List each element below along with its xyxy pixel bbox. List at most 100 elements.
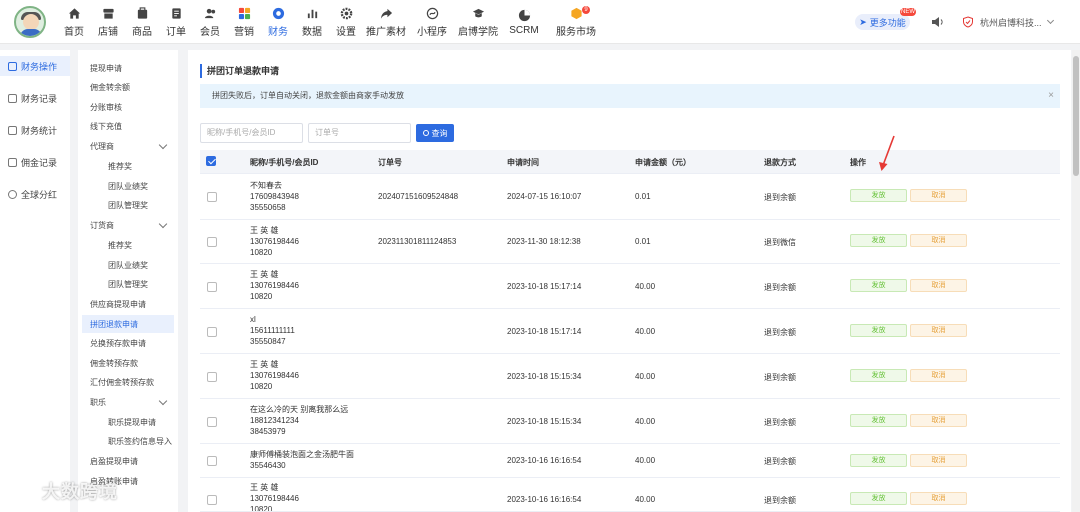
row-checkbox[interactable] [207,282,217,292]
side-commission-records[interactable]: 佣金记录 [0,152,70,172]
submenu-distributor-team-management[interactable]: 团队管理奖 [82,275,174,293]
nav-scrm[interactable]: SCRM [502,0,546,44]
cancel-refund-button[interactable]: 取消 [910,492,967,505]
page-title: 拼团订单退款申请 [200,64,279,78]
nav-data[interactable]: 数据 [296,0,328,44]
nav-settings[interactable]: 设置 [330,0,362,44]
goods-icon [135,6,149,20]
nav-home[interactable]: 首页 [58,0,90,44]
submenu-qiying-withdraw[interactable]: 启盈提现申请 [82,452,174,470]
side-finance-stats[interactable]: 财务统计 [0,120,70,140]
member-nickname: 王 英 雄 [250,360,279,369]
chevron-down-icon [1046,16,1054,25]
apply-time: 2023-10-18 15:17:14 [507,327,582,336]
dividend-icon [8,189,17,199]
submenu-distributor[interactable]: 订货商 [82,216,174,234]
submenu-zhile-contract-import[interactable]: 职乐签约信息导入 [82,432,174,450]
select-all-checkbox[interactable] [206,156,216,166]
cancel-refund-button[interactable]: 取消 [910,324,967,337]
side-global-dividend[interactable]: 全球分红 [0,184,70,204]
nav-store[interactable]: 店铺 [92,0,124,44]
table-row: 王 英 雄 13076198446 10820 2023-10-16 16:16… [200,478,1060,512]
member-nickname: 康师傅桶装泡面之金汤肥牛面 [250,450,354,459]
chevron-down-icon [158,140,168,150]
row-checkbox[interactable] [207,417,217,427]
submenu-group-refund[interactable]: 拼团退款申请 [82,315,174,333]
member-phone: 17609843948 [250,192,299,201]
speaker-icon[interactable] [930,15,944,29]
apply-amount: 0.01 [635,192,651,201]
row-checkbox[interactable] [207,192,217,202]
issue-refund-button[interactable]: 发放 [850,454,907,467]
row-checkbox[interactable] [207,456,217,466]
issue-refund-button[interactable]: 发放 [850,189,907,202]
shop-selector[interactable]: 杭州启博科技... [962,14,1054,30]
row-checkbox[interactable] [207,495,217,505]
avatar-logo[interactable] [14,6,46,38]
nav-academy[interactable]: 启博学院 [456,0,500,44]
submenu-redeem-deposit[interactable]: 兑换预存款申请 [82,334,174,352]
side-finance-records[interactable]: 财务记录 [0,88,70,108]
submenu-agent-team-performance[interactable]: 团队业绩奖 [82,177,174,195]
submenu-zhile[interactable]: 职乐 [82,393,174,411]
nav-service-market[interactable]: 9 服务市场 [548,0,604,44]
submenu-withdraw-apply[interactable]: 提现申请 [82,59,174,77]
apply-amount: 40.00 [635,417,656,426]
side-finance-ops[interactable]: 财务操作 [0,56,70,76]
issue-refund-button[interactable]: 发放 [850,492,907,505]
issue-refund-button[interactable]: 发放 [850,369,907,382]
data-icon [305,6,319,20]
submenu-agent[interactable]: 代理商 [82,137,174,155]
member-nickname: xl [250,315,256,324]
nav-marketing[interactable]: 营销 [228,0,260,44]
row-checkbox[interactable] [207,327,217,337]
cancel-refund-button[interactable]: 取消 [910,189,967,202]
submenu-distributor-team-performance[interactable]: 团队业绩奖 [82,256,174,274]
close-icon[interactable]: × [1048,84,1054,108]
submenu-agent-referral[interactable]: 推荐奖 [82,157,174,175]
submenu-split-review[interactable]: 分账审核 [82,98,174,116]
submenu-huifu-commission-to-deposit[interactable]: 汇付佣金转预存款 [82,373,174,391]
member-phone: 13076198446 [250,494,299,503]
nav-finance[interactable]: 财务 [262,0,294,44]
nav-members[interactable]: 会员 [194,0,226,44]
top-bar: 首页 店铺 商品 订单 会员 营销 财务 数据 设置 推广素材 小程序 启博学院… [0,0,1080,44]
more-features-button[interactable]: ➤ 更多功能 NEW [855,8,916,30]
issue-refund-button[interactable]: 发放 [850,324,907,337]
submenu-zhile-withdraw[interactable]: 职乐提现申请 [82,413,174,431]
row-checkbox[interactable] [207,237,217,247]
issue-refund-button[interactable]: 发放 [850,414,907,427]
row-checkbox[interactable] [207,372,217,382]
submenu-supplier-withdraw[interactable]: 供应商提现申请 [82,295,174,313]
table-row: 王 英 雄 13076198446 10820 2023-10-18 15:17… [200,264,1060,309]
cancel-refund-button[interactable]: 取消 [910,414,967,427]
submenu-agent-team-management[interactable]: 团队管理奖 [82,196,174,214]
table-row: 王 英 雄 13076198446 10820 2023-10-18 15:15… [200,354,1060,399]
miniapp-icon [425,6,439,20]
shop-name: 杭州启博科技... [980,17,1042,28]
nav-miniapp[interactable]: 小程序 [410,0,454,44]
submenu-commission-to-balance[interactable]: 佣金转余额 [82,78,174,96]
submenu-offline-recharge[interactable]: 线下充值 [82,117,174,135]
member-search-input[interactable]: 昵称/手机号/会员ID [200,123,303,143]
apply-time: 2024-07-15 16:10:07 [507,192,582,201]
cancel-refund-button[interactable]: 取消 [910,279,967,292]
nav-goods[interactable]: 商品 [126,0,158,44]
issue-refund-button[interactable]: 发放 [850,279,907,292]
scrollbar-thumb[interactable] [1073,56,1079,176]
member-phone: 15611111111 [250,326,295,335]
submenu-distributor-referral[interactable]: 推荐奖 [82,236,174,254]
nav-orders[interactable]: 订单 [160,0,192,44]
market-badge: 9 [582,6,590,14]
submenu-commission-to-deposit[interactable]: 佣金转预存款 [82,354,174,372]
member-id: 10820 [250,382,273,391]
search-button[interactable]: 查询 [416,124,454,142]
page-scrollbar[interactable] [1072,50,1080,512]
nav-promo-material[interactable]: 推广素材 [364,0,408,44]
apply-amount: 40.00 [635,456,656,465]
cancel-refund-button[interactable]: 取消 [910,369,967,382]
issue-refund-button[interactable]: 发放 [850,234,907,247]
cancel-refund-button[interactable]: 取消 [910,454,967,467]
cancel-refund-button[interactable]: 取消 [910,234,967,247]
order-number-input[interactable]: 订单号 [308,123,411,143]
